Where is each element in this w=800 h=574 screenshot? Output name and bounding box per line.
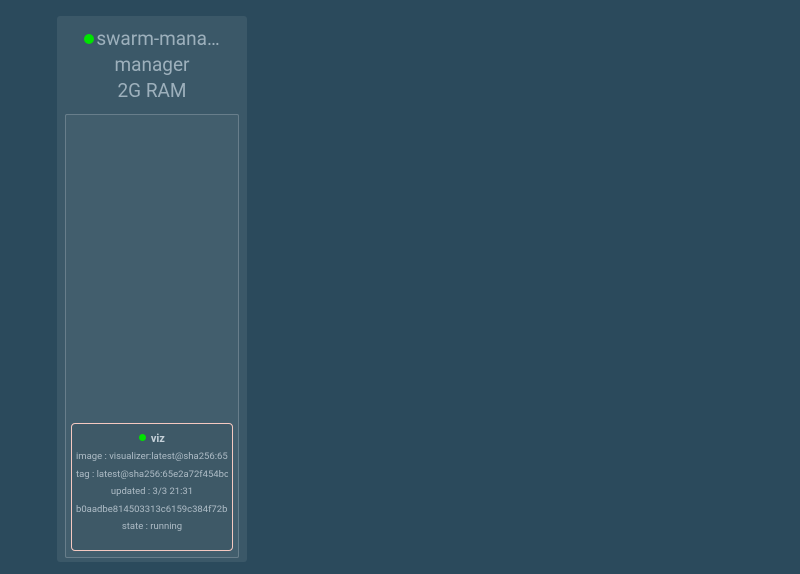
status-dot-icon <box>84 34 94 44</box>
status-dot-icon <box>139 434 146 441</box>
node-name: swarm-mana… <box>96 27 219 50</box>
service-image: image : visualizer:latest@sha256:65e <box>76 452 228 462</box>
service-tag: tag : latest@sha256:65e2a72f454bcc <box>76 470 228 480</box>
service-title-row: viz <box>76 432 228 445</box>
node-role: manager <box>65 52 239 78</box>
service-updated: updated : 3/3 21:31 <box>76 487 228 497</box>
service-state: state : running <box>76 522 228 532</box>
service-name: viz <box>151 432 165 445</box>
node-column: swarm-mana… manager 2G RAM viz image : v… <box>57 16 247 562</box>
service-card[interactable]: viz image : visualizer:latest@sha256:65e… <box>71 423 233 550</box>
node-title-row: swarm-mana… <box>65 26 239 52</box>
services-panel: viz image : visualizer:latest@sha256:65e… <box>65 114 239 558</box>
node-header: swarm-mana… manager 2G RAM <box>65 24 239 112</box>
node-ram: 2G RAM <box>65 78 239 104</box>
service-id: b0aadbe814503313c6159c384f72b6 <box>76 505 228 515</box>
